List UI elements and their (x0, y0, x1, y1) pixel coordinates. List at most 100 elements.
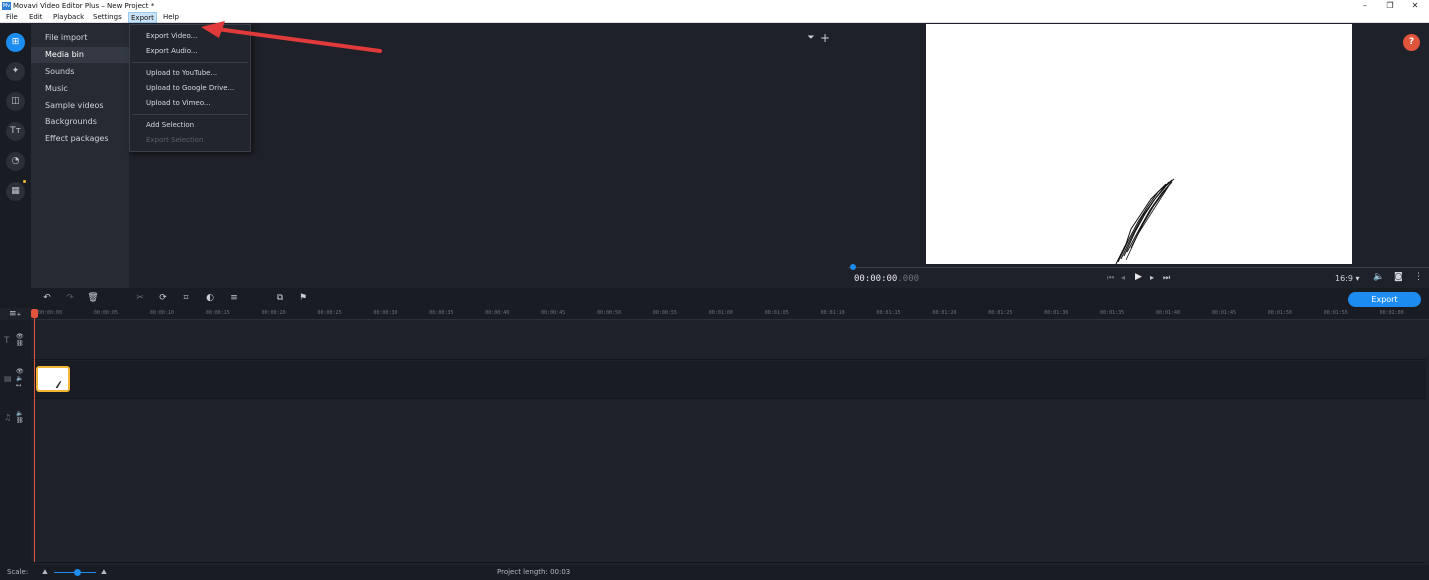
ruler-label: 00:01:15 (876, 310, 901, 316)
seek-track[interactable] (848, 267, 1429, 268)
title-track[interactable] (31, 320, 1426, 360)
aspect-ratio-select[interactable]: 16:9 ▾ (1335, 274, 1360, 283)
zoom-in-icon[interactable]: ⛰ (101, 568, 107, 577)
plus-icon[interactable]: + (819, 31, 831, 45)
ruler-label: 00:02:00 (1379, 310, 1404, 316)
crop-icon[interactable]: ⌗ (179, 291, 193, 305)
menu-upload-vimeo[interactable]: Upload to Vimeo... (130, 96, 250, 111)
category-file-import[interactable]: File import (31, 30, 129, 46)
ruler-label: 00:01:00 (708, 310, 733, 316)
undo-icon[interactable]: ↶ (40, 291, 54, 305)
skip-start-icon[interactable]: ⏮ (1107, 273, 1114, 283)
zoom-out-icon[interactable]: ⛰ (42, 568, 48, 577)
timecode: 00:00:00.000 (854, 274, 919, 284)
ruler-label: 00:00:50 (597, 310, 622, 316)
magic-wand-icon[interactable]: ✦ (6, 62, 25, 81)
video-clip[interactable] (36, 366, 70, 392)
category-media-bin[interactable]: Media bin (31, 47, 129, 63)
menu-settings[interactable]: Settings (91, 12, 124, 23)
annotation-arrow (201, 21, 382, 53)
audio-track[interactable] (31, 400, 1426, 563)
rotate-icon[interactable]: ⟳ (156, 291, 170, 305)
export-button[interactable]: Export (1348, 292, 1421, 307)
volume-icon[interactable]: 🔈 (1373, 272, 1384, 282)
title-track-visibility-icon[interactable]: 👁 ⛓ (16, 333, 24, 347)
import-icon[interactable]: ⊞ (6, 33, 25, 52)
video-track-controls-icon[interactable]: 👁 🔈 ↤ (16, 368, 24, 389)
preview-canvas (926, 24, 1352, 264)
delete-icon[interactable]: 🗑 (86, 291, 100, 305)
menu-edit[interactable]: Edit (27, 12, 45, 23)
ruler-label: 00:01:05 (764, 310, 789, 316)
step-back-icon[interactable]: ◂ (1121, 273, 1125, 282)
menu-file[interactable]: File (4, 12, 20, 23)
ruler-label: 00:01:50 (1267, 310, 1292, 316)
titles-icon[interactable]: Tт (6, 122, 25, 141)
notification-dot (23, 180, 26, 183)
overlay-icon[interactable]: ⧉ (273, 291, 287, 305)
ruler-label: 00:01:10 (820, 310, 845, 316)
skip-end-icon[interactable]: ⏭ (1163, 273, 1170, 283)
more-options-icon[interactable]: ⋮ (1414, 272, 1423, 282)
ruler-label: 00:00:00 (38, 310, 63, 316)
add-track-icon[interactable]: ≡₊ (9, 309, 21, 319)
scale-label: Scale: (7, 568, 29, 576)
marker-icon[interactable]: ⚑ (296, 291, 310, 305)
ruler-label: 00:00:15 (205, 310, 230, 316)
menu-upload-youtube[interactable]: Upload to YouTube... (130, 66, 250, 81)
clip-thumbnail (55, 380, 62, 389)
timecode-main: 00:00:00 (854, 274, 898, 284)
menu-upload-google-drive[interactable]: Upload to Google Drive... (130, 81, 250, 96)
playhead-handle[interactable] (31, 309, 38, 318)
ruler-label: 00:00:20 (261, 310, 286, 316)
ruler-label: 00:01:30 (1044, 310, 1069, 316)
menu-export[interactable]: Export (128, 12, 157, 23)
video-track[interactable] (31, 361, 1426, 399)
menu-help[interactable]: Help (161, 12, 181, 23)
ruler-label: 00:00:35 (429, 310, 454, 316)
ruler-label: 00:01:55 (1323, 310, 1348, 316)
scale-slider-handle[interactable] (74, 569, 82, 576)
seek-handle[interactable] (850, 264, 856, 270)
category-sample-videos[interactable]: Sample videos (31, 98, 129, 114)
ruler-label: 00:01:40 (1156, 310, 1181, 316)
menu-export-selection: Export Selection (146, 136, 204, 144)
video-track-icon: ▤ (4, 374, 12, 383)
category-music[interactable]: Music (31, 81, 129, 97)
cut-icon[interactable]: ✂ (133, 291, 147, 305)
ruler-label: 00:00:30 (373, 310, 398, 316)
step-forward-icon[interactable]: ▸ (1150, 273, 1154, 282)
color-adjust-icon[interactable]: ◐ (203, 291, 217, 305)
clip-properties-icon[interactable]: ≡ (227, 291, 241, 305)
redo-icon[interactable]: ↷ (63, 291, 77, 305)
track-headers (0, 320, 31, 565)
title-bar: Mv Movavi Video Editor Plus – New Projec… (0, 0, 1429, 12)
menu-separator (132, 114, 248, 115)
menu-add-selection[interactable]: Add Selection (130, 118, 250, 133)
snapshot-icon[interactable]: ◙ (1394, 272, 1403, 282)
status-bar: Scale: ⛰ ⛰ Project length: 00:03 (0, 565, 1429, 580)
ruler-label: 00:00:05 (93, 310, 118, 316)
ruler-label: 00:00:10 (149, 310, 174, 316)
audio-track-controls-icon[interactable]: 🔈 ⛓ (16, 410, 24, 424)
movavi-icon: Mv (2, 2, 11, 10)
window-title: Movavi Video Editor Plus – New Project * (13, 2, 155, 10)
ruler-label: 00:01:20 (932, 310, 957, 316)
filter-icon[interactable]: ⏷ (806, 33, 816, 45)
menu-playback[interactable]: Playback (51, 12, 86, 23)
category-sounds[interactable]: Sounds (31, 64, 129, 80)
category-effect-packages[interactable]: Effect packages (31, 131, 129, 147)
menu-separator (132, 62, 248, 63)
playhead[interactable] (34, 310, 35, 562)
category-backgrounds[interactable]: Backgrounds (31, 114, 129, 130)
more-tools-icon[interactable]: ▦ (6, 182, 25, 201)
play-icon[interactable]: ▶ (1135, 272, 1142, 282)
transitions-icon[interactable]: ◫ (6, 92, 25, 111)
timecode-ms: .000 (897, 274, 920, 284)
project-length: Project length: 00:03 (497, 568, 571, 576)
stickers-icon[interactable]: ◔ (6, 152, 25, 171)
close-button[interactable]: ✕ (1400, 0, 1429, 12)
ruler-label: 00:01:25 (988, 310, 1013, 316)
help-button[interactable]: ? (1403, 34, 1420, 51)
sketch-drawing (1115, 178, 1175, 264)
